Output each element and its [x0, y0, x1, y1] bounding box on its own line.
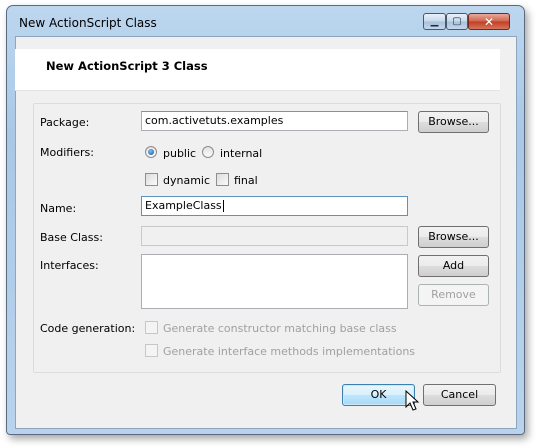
interfaces-label: Interfaces:	[40, 259, 99, 272]
package-browse-button[interactable]: Browse...	[418, 111, 489, 133]
mouse-pointer-icon	[405, 390, 420, 411]
dynamic-checkbox-label[interactable]: dynamic	[163, 174, 210, 187]
maximize-button[interactable]: ▢	[446, 13, 468, 30]
package-value: com.activetuts.examples	[145, 114, 284, 127]
generate-constructor-label: Generate constructor matching base class	[163, 322, 397, 335]
modifiers-label: Modifiers:	[40, 146, 94, 159]
name-label: Name:	[40, 202, 77, 215]
dynamic-checkbox[interactable]	[145, 173, 158, 186]
minimize-button[interactable]: ▁	[423, 13, 446, 30]
window-title: New ActionScript Class	[19, 16, 157, 30]
dialog-heading: New ActionScript 3 Class	[46, 59, 208, 73]
base-class-label: Base Class:	[40, 231, 103, 244]
add-interface-button[interactable]: Add	[418, 255, 489, 277]
close-button[interactable]: ✕	[468, 13, 510, 30]
name-input[interactable]: ExampleClass	[141, 196, 408, 216]
name-value: ExampleClass	[145, 199, 222, 212]
close-icon: ✕	[483, 14, 495, 29]
base-class-input[interactable]	[141, 226, 408, 246]
radio-selected-dot	[148, 149, 154, 155]
generate-interface-methods-label: Generate interface methods implementatio…	[163, 345, 416, 358]
maximize-icon: ▢	[452, 16, 462, 27]
internal-radio[interactable]	[202, 146, 214, 158]
code-generation-label: Code generation:	[40, 322, 136, 335]
package-label: Package:	[40, 116, 90, 129]
interfaces-list[interactable]	[141, 254, 408, 309]
generate-interface-methods-checkbox[interactable]	[145, 344, 158, 357]
remove-interface-button[interactable]: Remove	[418, 284, 489, 306]
title-bar[interactable]: New ActionScript Class ▁ ▢ ✕	[7, 6, 524, 36]
cancel-button[interactable]: Cancel	[423, 384, 496, 406]
final-checkbox-label[interactable]: final	[234, 174, 258, 187]
generate-constructor-checkbox[interactable]	[145, 321, 158, 334]
package-input[interactable]: com.activetuts.examples	[141, 111, 408, 131]
text-caret	[222, 200, 224, 212]
base-class-browse-button[interactable]: Browse...	[418, 226, 489, 248]
public-radio-label[interactable]: public	[163, 147, 196, 160]
final-checkbox[interactable]	[216, 173, 229, 186]
public-radio[interactable]	[145, 146, 157, 158]
internal-radio-label[interactable]: internal	[220, 147, 262, 160]
minimize-icon: ▁	[430, 16, 439, 27]
